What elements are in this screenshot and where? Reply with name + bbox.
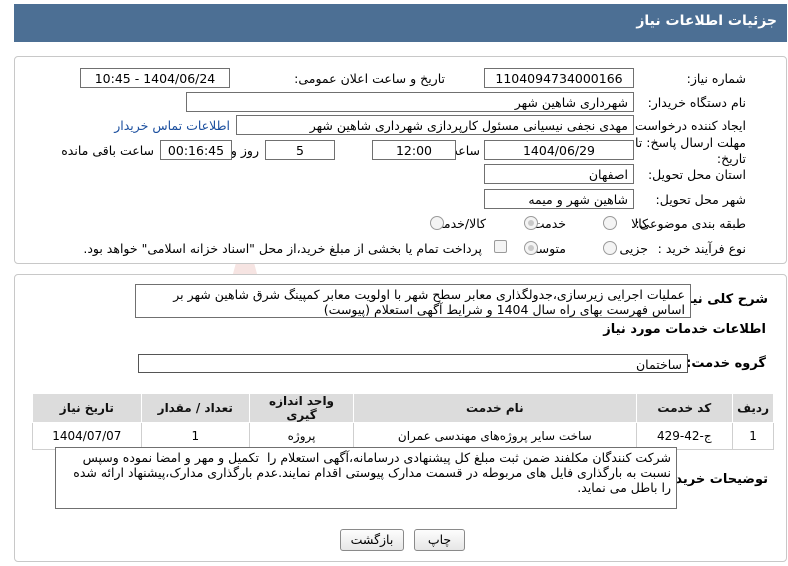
col-service-name: نام خدمت	[353, 393, 637, 423]
col-need-date: تاریخ نیاز	[32, 393, 142, 423]
deadline-label-line1: مهلت ارسال پاسخ: تا	[635, 135, 746, 150]
category-option-service-radio[interactable]	[524, 216, 538, 230]
treasury-payment-checkbox[interactable]	[494, 240, 507, 253]
announce-label: تاریخ و ساعت اعلان عمومی:	[294, 71, 445, 86]
col-unit: واحد اندازه گیری	[248, 393, 355, 423]
process-option-medium-radio[interactable]	[524, 241, 538, 255]
days-field: 5	[265, 140, 335, 160]
city-label: شهر محل تحویل:	[655, 192, 746, 207]
category-option-goods-label: کالا	[631, 216, 648, 231]
page-title: جزئیات اطلاعات نیاز	[14, 4, 787, 42]
table-row: 1 ج-42-429 ساخت سایر پروژه‌های مهندسی عم…	[32, 422, 774, 450]
buyer-org-label: نام دستگاه خریدار:	[647, 95, 746, 110]
deadline-time-field: 12:00	[372, 140, 456, 160]
remaining-time-label: ساعت باقی مانده	[61, 143, 154, 158]
print-button[interactable]: چاپ	[414, 529, 465, 551]
deadline-label-line2: تاریخ:	[716, 151, 746, 166]
remaining-time-field: 00:16:45	[160, 140, 232, 160]
need-number-field: 1104094734000166	[484, 68, 634, 88]
city-field: شاهین شهر و میمه	[484, 189, 634, 209]
cell-unit: پروژه	[248, 422, 355, 450]
buyer-notes-textarea[interactable]: شرکت کنندگان مکلفند ضمن ثبت مبلغ کل پیشن…	[55, 447, 677, 509]
service-group-field: ساختمان	[138, 354, 688, 373]
service-group-label: گروه خدمت:	[686, 356, 766, 371]
cell-row-number: 1	[732, 422, 774, 450]
announce-field: 1404/06/24 - 10:45	[80, 68, 230, 88]
cell-quantity: 1	[140, 422, 250, 450]
summary-textarea[interactable]: عملیات اجرایی زیرسازی،جدولگذاری معابر سط…	[135, 284, 691, 318]
treasury-payment-note: پرداخت تمام یا بخشی از مبلغ خرید،از محل …	[83, 241, 482, 256]
buyer-contact-link[interactable]: اطلاعات تماس خریدار	[114, 118, 230, 133]
creator-label: ایجاد کننده درخواست:	[630, 118, 746, 133]
creator-field: مهدی نجفی نیسیانی مسئول کارپردازی شهردار…	[236, 115, 634, 135]
cell-service-name: ساخت سایر پروژه‌های مهندسی عمران	[353, 422, 637, 450]
deadline-label: مهلت ارسال پاسخ: تا تاریخ:	[635, 135, 746, 167]
category-option-goods-radio[interactable]	[603, 216, 617, 230]
buyer-org-field: شهرداری شاهین شهر	[186, 92, 634, 112]
province-field: اصفهان	[484, 164, 634, 184]
process-option-minor-label: جزیی	[619, 241, 648, 256]
process-label: نوع فرآیند خرید :	[657, 241, 746, 256]
back-button[interactable]: بازگشت	[340, 529, 404, 551]
process-option-minor-radio[interactable]	[603, 241, 617, 255]
category-label: طبقه بندی موضوعی:	[635, 216, 746, 231]
province-label: استان محل تحویل:	[647, 167, 746, 182]
col-quantity: تعداد / مقدار	[140, 393, 250, 423]
services-table-header: ردیف کد خدمت نام خدمت واحد اندازه گیری ت…	[32, 393, 774, 423]
cell-need-date: 1404/07/07	[32, 422, 142, 450]
services-section-title: اطلاعات خدمات مورد نیاز	[603, 322, 766, 337]
days-label: روز و	[230, 143, 259, 158]
category-option-both-radio[interactable]	[430, 216, 444, 230]
deadline-date-field: 1404/06/29	[484, 140, 634, 160]
cell-service-code: ج-42-429	[635, 422, 734, 450]
need-number-label: شماره نیاز:	[686, 71, 746, 86]
col-service-code: کد خدمت	[635, 393, 734, 423]
services-table: ردیف کد خدمت نام خدمت واحد اندازه گیری ت…	[32, 393, 774, 450]
col-row-number: ردیف	[732, 393, 774, 423]
